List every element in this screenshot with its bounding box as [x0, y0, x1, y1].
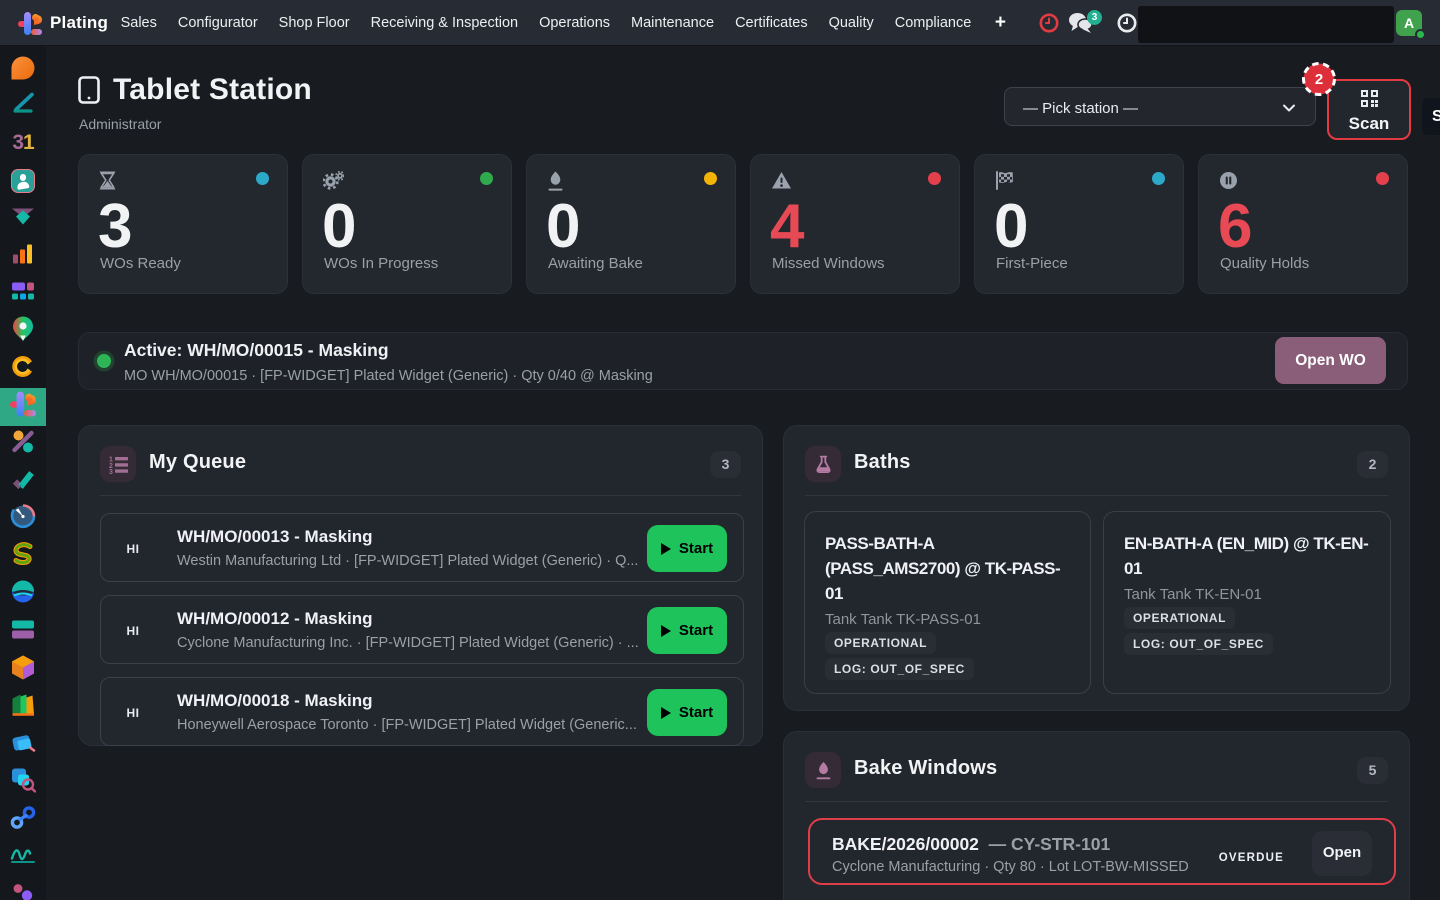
- svg-text:3: 3: [109, 469, 113, 474]
- svg-text:2: 2: [1315, 71, 1323, 88]
